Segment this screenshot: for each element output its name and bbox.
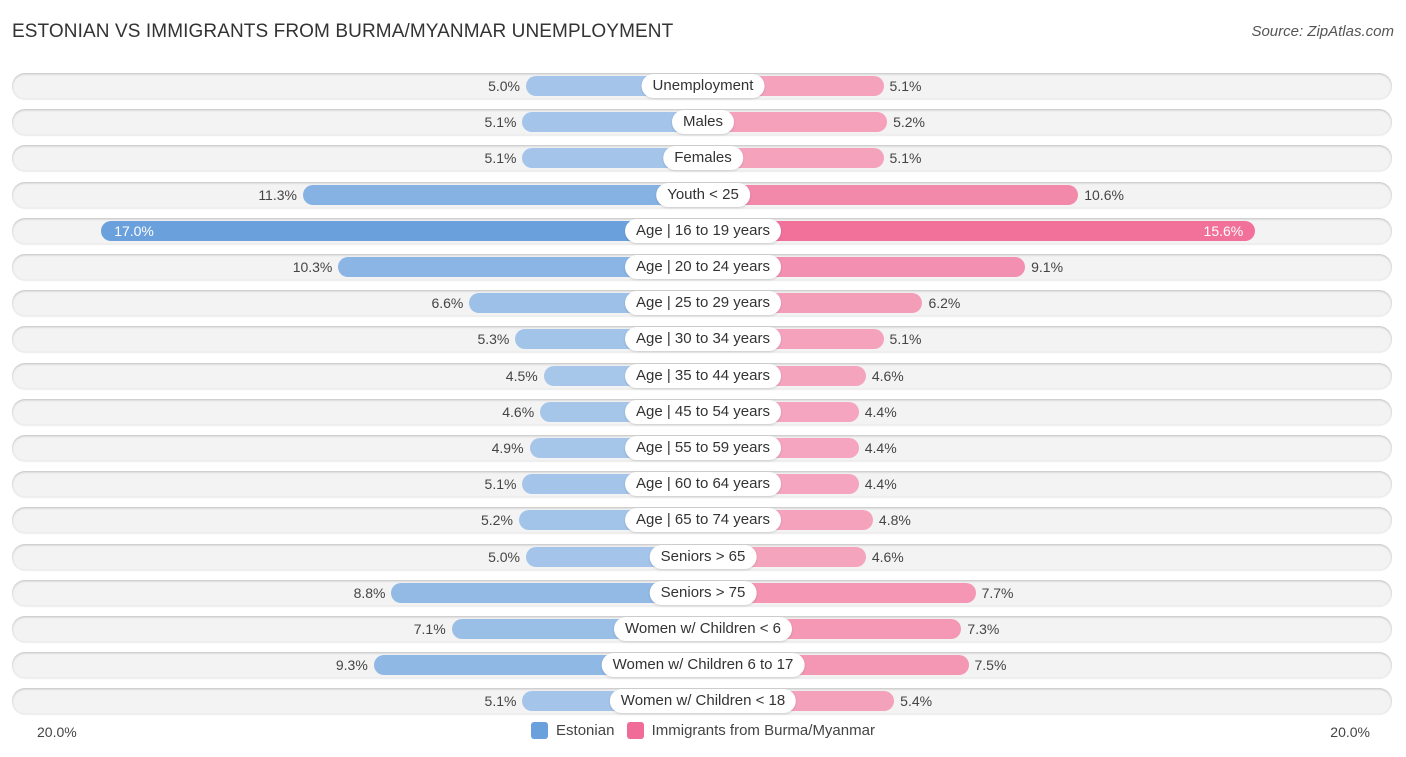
value-label-immigrants: 4.4% — [864, 476, 897, 492]
legend-swatch-immigrants — [626, 722, 644, 739]
category-label: Women w/ Children < 6 — [613, 617, 793, 641]
value-label-estonian: 7.1% — [413, 621, 446, 637]
value-label-estonian: 4.5% — [505, 368, 538, 384]
value-label-estonian: 4.6% — [502, 404, 535, 420]
value-label-estonian: 5.1% — [484, 693, 517, 709]
value-label-immigrants: 5.1% — [889, 150, 922, 166]
value-label-estonian: 9.3% — [335, 657, 368, 673]
value-label-estonian: 11.3% — [258, 187, 297, 203]
value-label-estonian: 8.8% — [353, 585, 386, 601]
bar-estonian[interactable] — [101, 221, 703, 241]
value-label-estonian: 5.1% — [484, 150, 517, 166]
category-label: Age | 20 to 24 years — [625, 255, 781, 279]
legend-label-estonian: Estonian — [556, 722, 615, 739]
legend-label-immigrants: Immigrants from Burma/Myanmar — [651, 722, 875, 739]
value-label-estonian: 5.0% — [488, 78, 520, 94]
value-label-estonian: 4.9% — [491, 440, 524, 456]
category-label: Unemployment — [641, 74, 765, 98]
category-label: Males — [671, 110, 735, 134]
bar-immigrants[interactable] — [703, 221, 1256, 241]
legend: Estonian Immigrants from Burma/Myanmar — [0, 722, 1406, 743]
category-label: Women w/ Children 6 to 17 — [601, 653, 805, 677]
category-label: Women w/ Children < 18 — [609, 689, 797, 713]
value-label-immigrants: 5.4% — [900, 693, 933, 709]
bar-estonian[interactable] — [302, 185, 703, 205]
category-label: Age | 35 to 44 years — [625, 364, 781, 388]
category-label: Youth < 25 — [656, 183, 750, 207]
value-label-immigrants: 4.6% — [871, 368, 904, 384]
category-label: Age | 30 to 34 years — [625, 327, 781, 351]
value-label-immigrants: 7.3% — [967, 621, 1000, 637]
chart-plot-area: 5.0% 5.1% Unemployment 5.1% 5.2% Males 5.1% 5.1… — [0, 0, 1406, 757]
category-label: Age | 55 to 59 years — [625, 436, 781, 460]
value-label-estonian: 10.3% — [292, 259, 333, 275]
value-label-estonian: 6.6% — [431, 295, 464, 311]
category-label: Seniors > 75 — [649, 581, 757, 605]
value-label-estonian: 5.0% — [488, 549, 520, 565]
value-label-immigrants: 4.4% — [864, 440, 897, 456]
value-label-immigrants: 7.5% — [974, 657, 1007, 673]
category-label: Age | 45 to 54 years — [625, 400, 781, 424]
legend-swatch-estonian — [531, 722, 549, 739]
value-label-immigrants: 4.8% — [878, 512, 911, 528]
value-label-immigrants: 6.2% — [928, 295, 961, 311]
bar-immigrants[interactable] — [703, 185, 1079, 205]
legend-item-estonian[interactable]: Estonian — [531, 722, 614, 739]
value-label-immigrants: 9.1% — [1031, 259, 1064, 275]
category-label: Age | 65 to 74 years — [625, 508, 781, 532]
category-label: Females — [663, 146, 743, 170]
value-label-immigrants: 5.2% — [893, 114, 925, 130]
value-label-immigrants: 4.4% — [864, 404, 897, 420]
legend-item-immigrants[interactable]: Immigrants from Burma/Myanmar — [626, 722, 875, 739]
value-label-estonian: 17.0% — [114, 223, 154, 239]
value-label-estonian: 5.2% — [481, 512, 513, 528]
value-label-immigrants: 15.6% — [1203, 223, 1244, 239]
value-label-estonian: 5.1% — [484, 114, 517, 130]
category-label: Age | 60 to 64 years — [625, 472, 781, 496]
category-label: Seniors > 65 — [649, 545, 757, 569]
category-label: Age | 25 to 29 years — [625, 291, 781, 315]
value-label-estonian: 5.1% — [484, 476, 517, 492]
category-label: Age | 16 to 19 years — [625, 219, 781, 243]
value-label-immigrants: 7.7% — [981, 585, 1014, 601]
value-label-immigrants: 4.6% — [871, 549, 904, 565]
value-label-immigrants: 10.6% — [1084, 187, 1124, 203]
value-label-estonian: 5.3% — [477, 331, 510, 347]
value-label-immigrants: 5.1% — [889, 331, 922, 347]
value-label-immigrants: 5.1% — [889, 78, 922, 94]
